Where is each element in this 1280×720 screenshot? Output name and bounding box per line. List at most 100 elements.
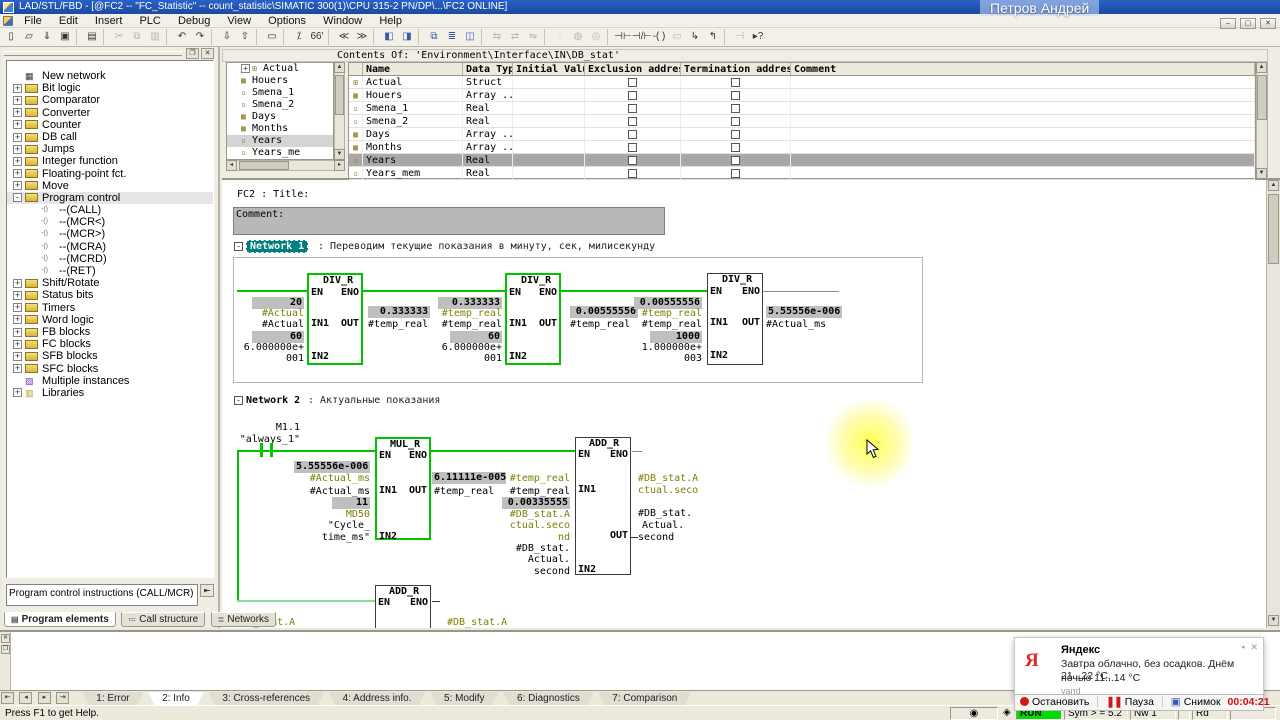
tree-item-db-call[interactable]: + DB call [7, 131, 213, 143]
div-r-block-1[interactable]: DIV_R EN ENO IN1 OUT IN2 [307, 273, 363, 365]
output-tab-comparison[interactable]: 7: Comparison [598, 692, 691, 706]
expand-icon[interactable]: + [13, 278, 22, 288]
mini-tree-item-smena2[interactable]: ▫ Smena_2 [227, 99, 333, 111]
expand-icon[interactable]: + [241, 64, 250, 73]
scroll-thumb[interactable] [335, 75, 344, 115]
menu-window[interactable]: Window [316, 14, 369, 28]
collapse-icon[interactable]: - [13, 193, 22, 203]
operand[interactable]: 1.000000e+ [628, 343, 702, 353]
first-network-icon[interactable]: ≪ [335, 29, 353, 45]
tree-item-new-network[interactable]: ▦ New network [7, 70, 213, 82]
table-vertical-scrollbar[interactable]: ▲ ▼ [1256, 62, 1268, 179]
tree-item-sfb-blocks[interactable]: + SFB blocks [7, 350, 213, 362]
exclusion-checkbox[interactable] [628, 77, 637, 87]
expand-icon[interactable]: + [13, 132, 22, 142]
coil-icon[interactable]: -( ) [650, 29, 668, 45]
tree-item-ret[interactable]: -() --(RET) [7, 265, 213, 277]
new-file-icon[interactable]: ▯ [2, 29, 20, 45]
connector-icon[interactable]: ⊣ [731, 29, 749, 45]
tree-item-word-logic[interactable]: + Word logic [7, 314, 213, 326]
mini-tree-item-years-mem[interactable]: ▫ Years_me [227, 147, 333, 159]
table-row[interactable]: ▦MonthsArray ... [349, 141, 1255, 154]
tree-item-fc-blocks[interactable]: + FC blocks [7, 338, 213, 350]
table-row[interactable]: ▫ Smena_2 Real [349, 115, 1255, 128]
redo-icon[interactable]: ↷ [191, 29, 209, 45]
mini-tree-item-months[interactable]: ▦ Months [227, 123, 333, 135]
expand-icon[interactable]: + [13, 108, 22, 118]
tab-networks[interactable]: ≣ Networks [210, 612, 277, 627]
expand-icon[interactable]: + [13, 327, 22, 337]
div-r-block-3[interactable]: DIV_R EN ENO IN1 OUT IN2 [707, 273, 763, 365]
paste-icon[interactable]: ▥ [146, 29, 164, 45]
exclusion-checkbox[interactable] [628, 168, 637, 178]
tree-item-mcr-open[interactable]: -() --(MCR<) [7, 216, 213, 228]
tree-item-mcra[interactable]: -() --(MCRA) [7, 241, 213, 253]
menu-debug[interactable]: Debug [171, 14, 217, 28]
tree-item-mcrd[interactable]: -() --(MCRD) [7, 253, 213, 265]
yandex-notification[interactable]: Я Яндекс Завтра облачно, без осадков. Дн… [1014, 637, 1264, 701]
tab-call-structure[interactable]: ≔ Call structure [121, 612, 206, 627]
operand[interactable]: 6.000000e+ [428, 343, 502, 353]
exclusion-checkbox[interactable] [628, 142, 637, 152]
cut-icon[interactable]: ✂ [110, 29, 128, 45]
scroll-up-icon[interactable]: ▲ [1256, 62, 1267, 73]
tab-last-icon[interactable]: ⇥ [56, 692, 70, 704]
mdi-close-button[interactable]: ✕ [1260, 18, 1276, 29]
table-row[interactable]: ▫ Smena_1 Real [349, 102, 1255, 115]
empty-box-icon[interactable]: ▭ [668, 29, 686, 45]
table-row[interactable]: ⊞ Actual Struct [349, 76, 1255, 89]
termination-checkbox[interactable] [731, 90, 740, 100]
exclusion-checkbox[interactable] [628, 129, 637, 139]
output-tab-info[interactable]: 2: Info [148, 692, 204, 706]
record-stop-button[interactable]: Остановить [1032, 696, 1089, 708]
termination-checkbox[interactable] [731, 129, 740, 139]
notification-menu-icon[interactable]: ▪ [1242, 642, 1245, 652]
mini-tree-horizontal-scrollbar[interactable]: ◂ ▸ [226, 160, 345, 171]
expand-icon[interactable]: + [13, 388, 22, 398]
output-close-button[interactable]: ✕ [1, 634, 10, 643]
tree-item-converter[interactable]: + Converter [7, 107, 213, 119]
menu-view[interactable]: View [220, 14, 258, 28]
tree-item-mcr-close[interactable]: -() --(MCR>) [7, 228, 213, 240]
scroll-down-icon[interactable]: ▼ [1256, 168, 1267, 179]
scroll-up-icon[interactable]: ▲ [1268, 180, 1279, 191]
menu-insert[interactable]: Insert [88, 14, 130, 28]
tab-program-elements[interactable]: ▤ Program elements [4, 612, 116, 627]
save-icon[interactable]: ▣ [56, 29, 74, 45]
tree-item-integer-function[interactable]: + Integer function [7, 155, 213, 167]
split-window-icon[interactable]: ◫ [461, 29, 479, 45]
tab-first-icon[interactable]: ⇤ [1, 692, 14, 704]
symbol-name[interactable]: #Actual [230, 309, 304, 319]
operand[interactable]: #temp_real [496, 487, 570, 497]
cross-reference-icon[interactable]: ⇄ [506, 29, 524, 45]
operand[interactable]: second [638, 533, 674, 543]
call-structure-icon[interactable]: ⧉ [425, 29, 443, 45]
expand-icon[interactable]: + [13, 303, 22, 313]
mdi-minimize-button[interactable]: – [1219, 18, 1236, 29]
network1-collapse-icon[interactable]: - [234, 242, 243, 251]
mini-tree-item-years[interactable]: ▫ Years [227, 135, 333, 147]
network2-comment[interactable]: : Актуальные показания [308, 396, 440, 406]
close-branch-icon[interactable]: ↰ [704, 29, 722, 45]
tree-item-call[interactable]: -() --(CALL) [7, 204, 213, 216]
menu-plc[interactable]: PLC [132, 14, 167, 28]
record-pause-button[interactable]: Пауза [1125, 696, 1154, 708]
expand-icon[interactable]: + [13, 181, 22, 191]
expand-icon[interactable]: + [13, 169, 22, 179]
notification-close-icon[interactable]: ✕ [1250, 642, 1258, 653]
expand-icon[interactable]: + [13, 351, 22, 361]
table-row[interactable]: ▫ Years_mem Real [349, 167, 1255, 180]
symbol-name[interactable]: #temp_real [496, 474, 570, 484]
monitor-on-off-icon[interactable]: 66' [308, 29, 326, 45]
expand-icon[interactable]: + [13, 144, 22, 154]
tree-item-libraries[interactable]: + ▥ Libraries [7, 387, 213, 399]
symbol-representation-icon[interactable]: ▭ [263, 29, 281, 45]
detail-window-icon[interactable]: ◨ [398, 29, 416, 45]
download-icon[interactable]: ⇩ [218, 29, 236, 45]
operand[interactable]: Actual. [642, 521, 684, 531]
last-network-icon[interactable]: ≫ [353, 29, 371, 45]
exclusion-checkbox[interactable] [628, 155, 637, 165]
tree-item-fb-blocks[interactable]: + FB blocks [7, 326, 213, 338]
termination-checkbox[interactable] [731, 116, 740, 126]
contact-bar[interactable] [270, 443, 273, 457]
